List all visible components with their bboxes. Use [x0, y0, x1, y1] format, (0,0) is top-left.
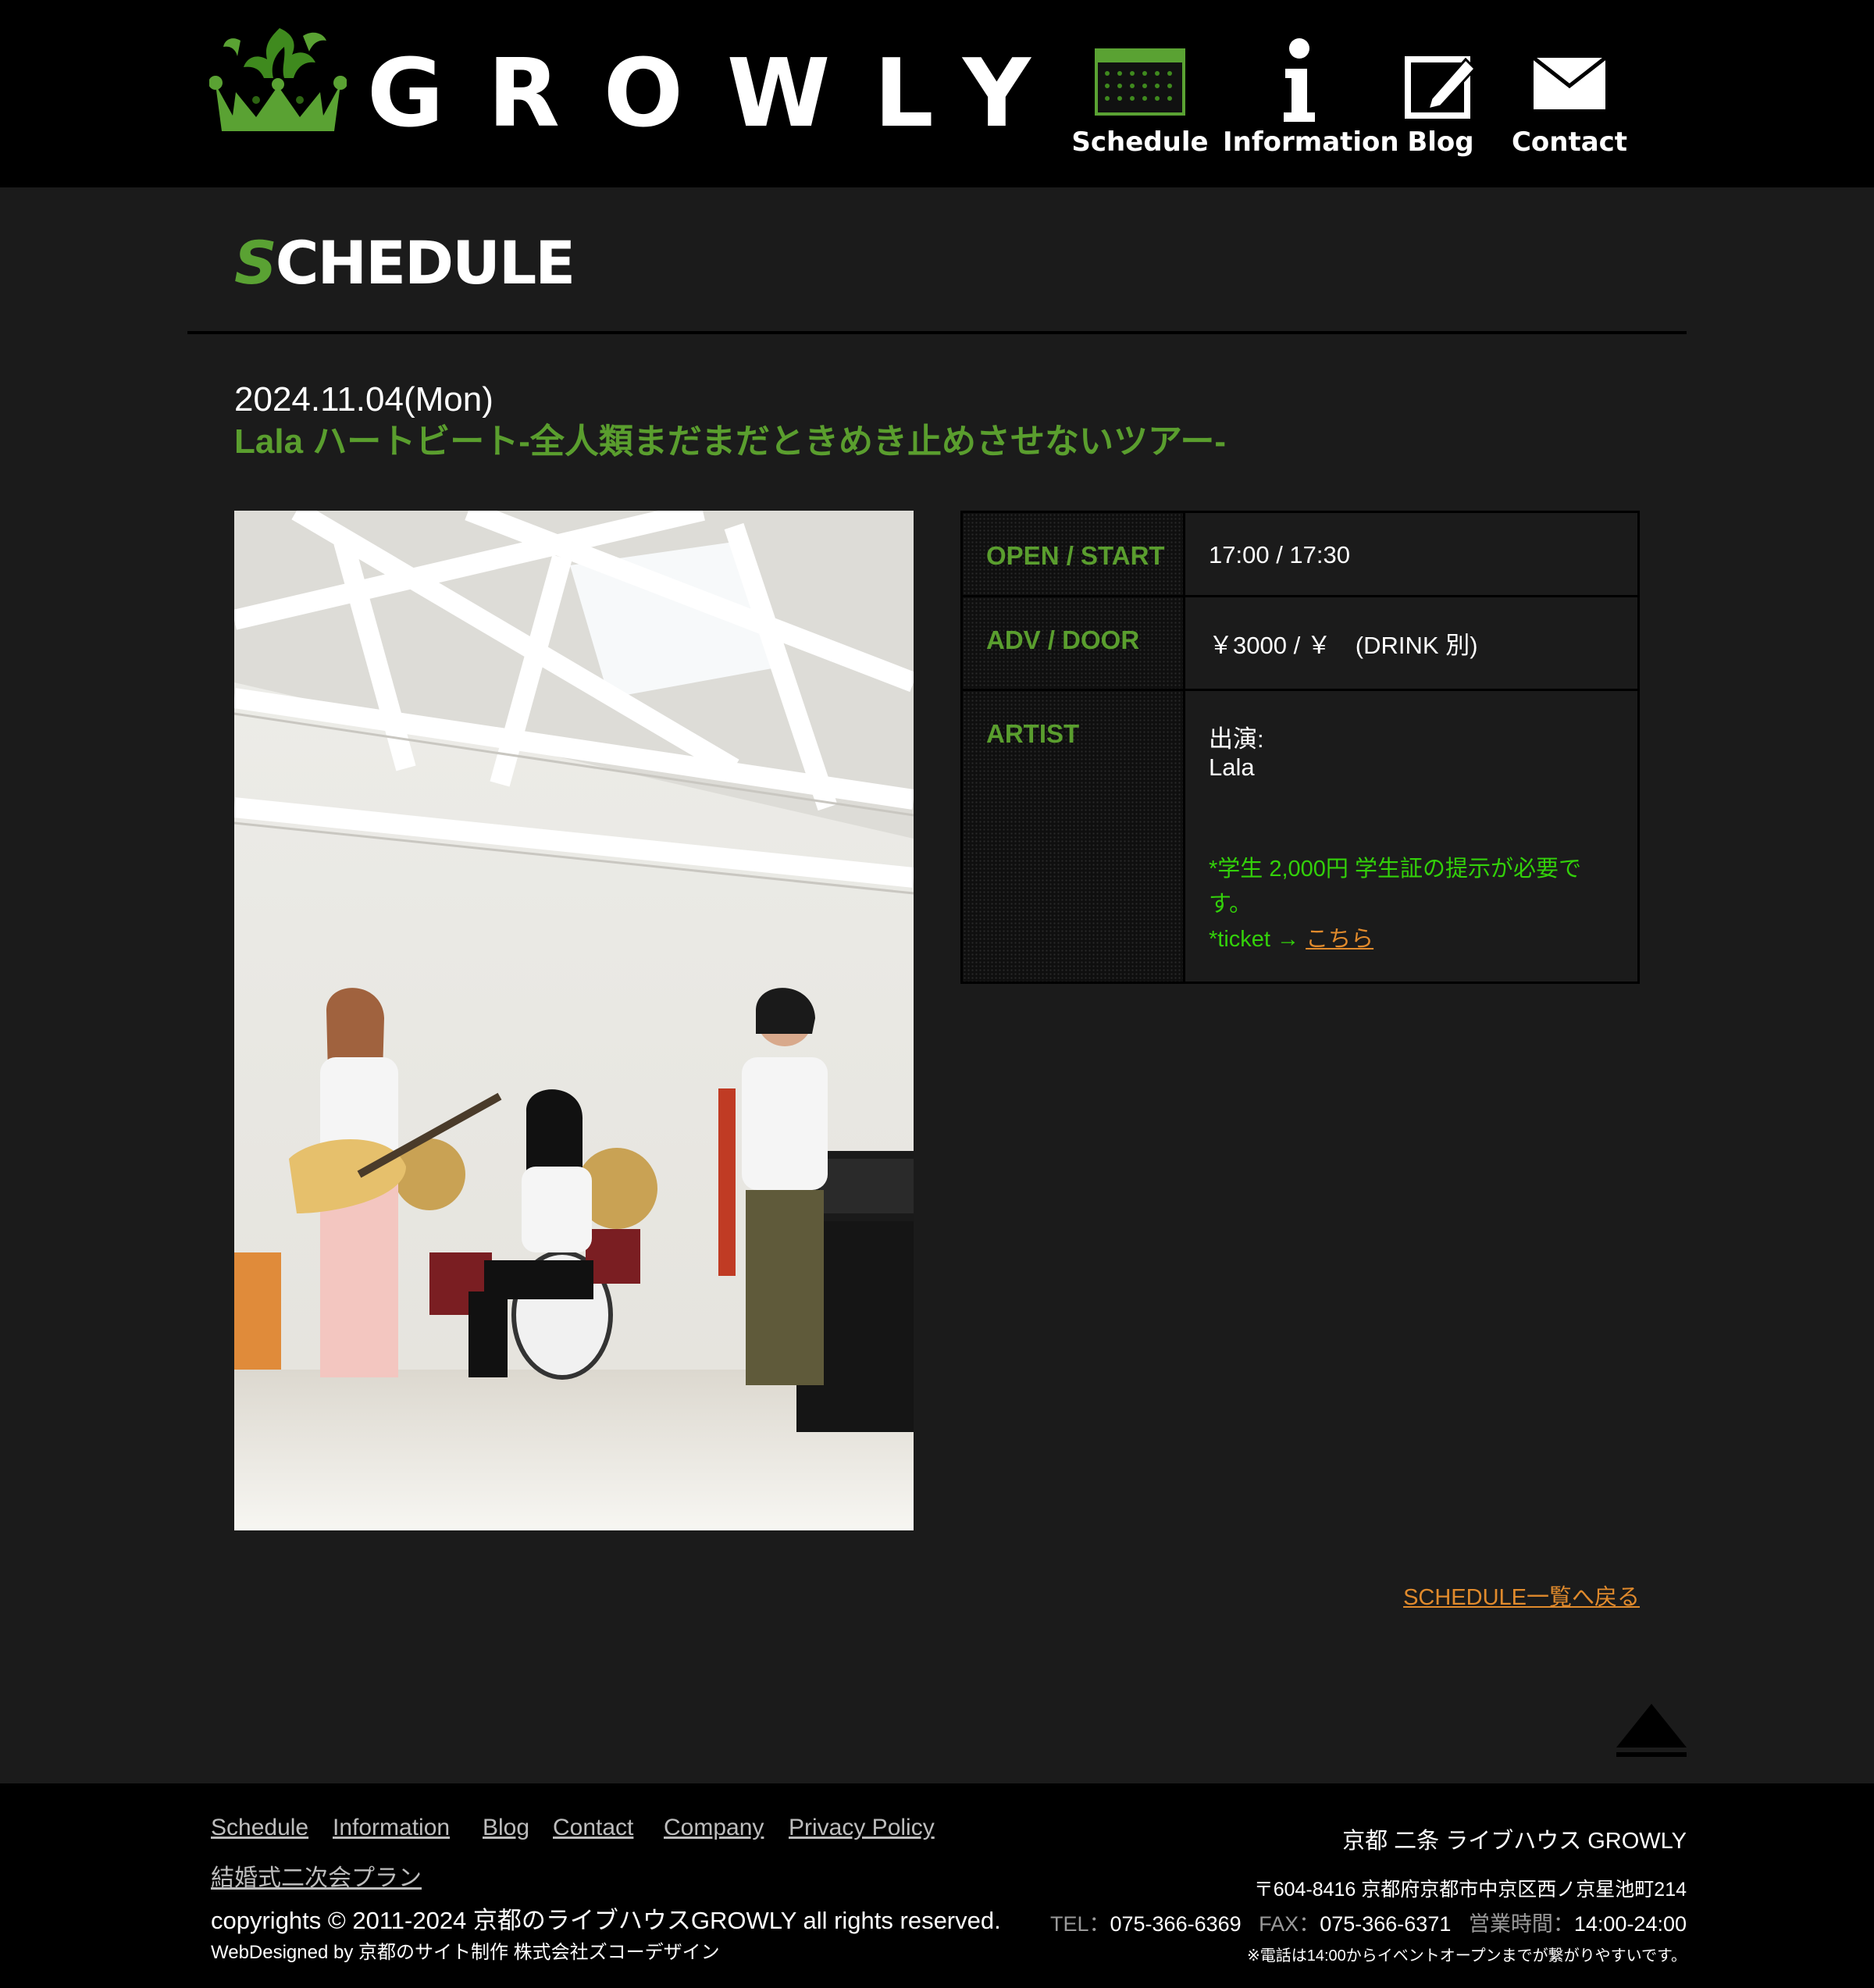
artist-name: Lala — [1209, 754, 1255, 781]
pencil-note-icon — [1405, 56, 1477, 119]
nav-label: Information — [1223, 126, 1399, 158]
price-value: ￥3000 / ￥ (DRINK 別) — [1209, 632, 1478, 659]
event-details-table: OPEN / START 17:00 / 17:30 ADV / DOOR ￥3… — [960, 511, 1640, 984]
nav-information[interactable]: Information — [1223, 31, 1399, 164]
fax-label: FAX： — [1259, 1912, 1320, 1936]
page-title-rest: CHEDULE — [275, 228, 575, 297]
student-note-line1: *学生 2,000円 学生証の提示が必要で — [1209, 857, 1581, 882]
event-title: Lala ハートビート-全人類まだまだときめき止めさせないツアー- — [234, 422, 1227, 461]
row-price: ADV / DOOR ￥3000 / ￥ (DRINK 別) — [963, 597, 1637, 689]
footer-link-blog[interactable]: Blog — [483, 1815, 529, 1841]
site-logo[interactable]: GROWLY — [209, 22, 1031, 141]
artist-heading: 出演: — [1209, 725, 1264, 753]
footer-link-information[interactable]: Information — [333, 1815, 450, 1841]
open-start-label: OPEN / START — [986, 541, 1165, 570]
title-divider — [187, 331, 1687, 334]
logo-text: GROWLY — [367, 40, 1074, 148]
tel-number[interactable]: 075-366-6369 — [1110, 1912, 1242, 1936]
ticket-link[interactable]: こちら — [1306, 927, 1373, 952]
copyright: copyrights © 2011-2024 京都のライブハウスGROWLY a… — [211, 1907, 1001, 1934]
row-open-start: OPEN / START 17:00 / 17:30 — [963, 513, 1637, 595]
back-to-schedule-link[interactable]: SCHEDULE一覧へ戻る — [1403, 1579, 1640, 1612]
scroll-to-top-icon[interactable] — [1615, 1702, 1688, 1758]
hours-label: 営業時間： — [1468, 1912, 1574, 1936]
nav-blog[interactable]: Blog — [1390, 31, 1491, 164]
footer-link-schedule[interactable]: Schedule — [211, 1815, 308, 1841]
business-hours: 14:00-24:00 — [1573, 1912, 1687, 1936]
nav-label: Contact — [1511, 126, 1628, 158]
tel-label: TEL： — [1049, 1912, 1110, 1936]
open-start-value: 17:00 / 17:30 — [1209, 541, 1350, 568]
footer-link-wedding-plan[interactable]: 結婚式二次会プラン — [211, 1858, 422, 1893]
site-header: GROWLY Schedule Information Blog Contact — [0, 0, 1874, 187]
phone-note: ※電話は14:00からイベントオープンまでが繋がりやすいです。 — [1246, 1947, 1687, 1965]
venue-name: 京都 二条 ライブハウス GROWLY — [1342, 1829, 1687, 1854]
envelope-icon — [1532, 56, 1607, 109]
price-label: ADV / DOOR — [986, 625, 1140, 654]
calendar-icon — [1095, 48, 1185, 116]
venue-address: 〒604-8416 京都府京都市中京区西ノ京星池町214 — [1253, 1879, 1687, 1901]
student-note-line2: す。 — [1209, 892, 1252, 917]
student-note: *学生 2,000円 学生証の提示が必要で す。 *ticket → こちら — [1209, 852, 1581, 957]
event-date: 2024.11.04(Mon) — [234, 380, 493, 419]
nav-label: Blog — [1407, 126, 1474, 158]
nav-label: Schedule — [1071, 126, 1209, 158]
footer-link-contact[interactable]: Contact — [553, 1815, 633, 1841]
ticket-note: *ticket → こちら — [1209, 922, 1581, 957]
artist-label: ARTIST — [986, 719, 1080, 748]
info-icon — [1284, 38, 1315, 122]
nav-schedule[interactable]: Schedule — [1070, 31, 1210, 164]
nav-contact[interactable]: Contact — [1507, 31, 1632, 164]
row-artist: ARTIST 出演: Lala *学生 2,000円 学生証の提示が必要で す。… — [963, 691, 1637, 982]
event-band-photo — [234, 511, 914, 1530]
crown-logo-icon — [209, 28, 347, 131]
page-title: SCHEDULE — [234, 228, 575, 298]
contact-line: TEL：075-366-6369 FAX：075-366-6371 営業時間：1… — [1050, 1907, 1687, 1937]
main-nav: Schedule Information Blog Contact — [1070, 31, 1632, 164]
ticket-prefix: *ticket → — [1209, 927, 1306, 952]
fax-number: 075-366-6371 — [1320, 1912, 1452, 1936]
footer-link-company[interactable]: Company — [664, 1815, 764, 1841]
web-designer-credit: WebDesigned by 京都のサイト制作 株式会社ズコーデザイン — [211, 1942, 720, 1963]
footer-link-privacy-policy[interactable]: Privacy Policy — [789, 1815, 935, 1841]
page-title-initial: S — [234, 228, 277, 297]
site-footer: Schedule Information Blog Contact Compan… — [0, 1783, 1874, 1988]
